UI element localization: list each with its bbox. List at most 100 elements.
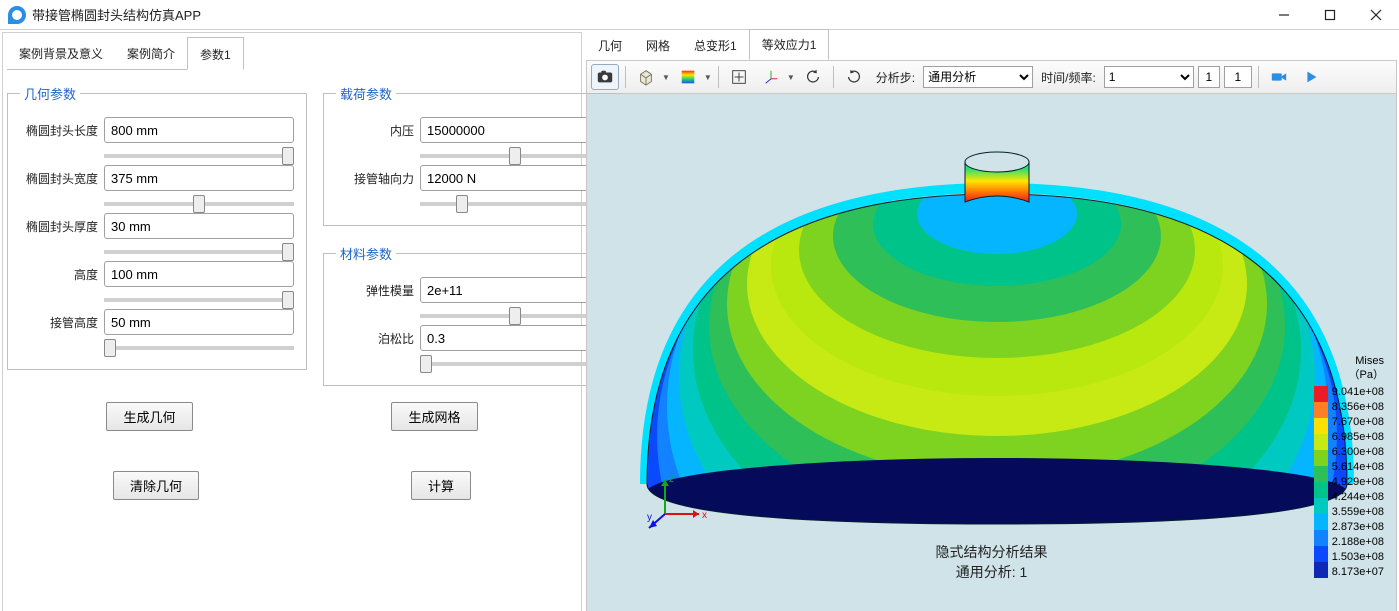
vtab-geom[interactable]: 几何 — [586, 31, 634, 60]
legend-value: 5.614e+08 — [1332, 461, 1384, 473]
rotate-redo-icon[interactable] — [840, 64, 868, 90]
result-caption-l1: 隐式结构分析结果 — [936, 542, 1048, 562]
geometry-slider-2[interactable] — [104, 250, 294, 254]
time-select[interactable]: 1 — [1104, 66, 1194, 88]
geometry-input-4[interactable] — [104, 309, 294, 335]
geometry-param-0: 椭圆封头长度 — [20, 117, 294, 165]
legend-title-l1: Mises — [1355, 355, 1384, 367]
load-param-1: 接管轴向力 — [336, 165, 610, 213]
group-material-legend: 材料参数 — [336, 244, 396, 263]
dropdown-arrow-icon[interactable]: ▼ — [704, 73, 712, 82]
step-label: 分析步: — [872, 69, 919, 86]
tab-background[interactable]: 案例背景及意义 — [7, 37, 115, 70]
geometry-param-3: 高度 — [20, 261, 294, 309]
material-slider-1[interactable] — [420, 362, 610, 366]
maximize-button[interactable] — [1307, 0, 1353, 30]
material-param-0: 弹性模量 — [336, 277, 610, 325]
geometry-input-0[interactable] — [104, 117, 294, 143]
rotate-undo-icon[interactable] — [799, 64, 827, 90]
geometry-slider-1[interactable] — [104, 202, 294, 206]
load-param-0: 内压 — [336, 117, 610, 165]
dropdown-arrow-icon[interactable]: ▼ — [787, 73, 795, 82]
tab-intro[interactable]: 案例简介 — [115, 37, 187, 70]
result-caption-l2: 通用分析: 1 — [936, 562, 1048, 582]
dropdown-arrow-icon[interactable]: ▼ — [662, 73, 670, 82]
svg-text:x: x — [702, 510, 707, 521]
geometry-input-3[interactable] — [104, 261, 294, 287]
geometry-param-4: 接管高度 — [20, 309, 294, 357]
load-label-1: 接管轴向力 — [336, 170, 414, 187]
geometry-label-2: 椭圆封头厚度 — [20, 218, 98, 235]
titlebar: 带接管椭圆封头结构仿真APP — [0, 0, 1399, 30]
result-panel: 几何 网格 总变形1 等效应力1 ▼ ▼ ▼ 分析步: 通用分析 时间/频率: … — [586, 32, 1397, 611]
legend-value: 2.873e+08 — [1332, 521, 1384, 533]
group-geometry-legend: 几何参数 — [20, 84, 80, 103]
vtab-mesh[interactable]: 网格 — [634, 31, 682, 60]
vtab-stress[interactable]: 等效应力1 — [749, 29, 830, 60]
material-input-1[interactable] — [420, 325, 610, 351]
play-icon[interactable] — [1297, 64, 1325, 90]
geometry-input-1[interactable] — [104, 165, 294, 191]
dome-render — [617, 104, 1377, 604]
view-toolbar: ▼ ▼ ▼ 分析步: 通用分析 时间/频率: 1 — [586, 60, 1397, 94]
geometry-slider-0[interactable] — [104, 154, 294, 158]
minimize-button[interactable] — [1261, 0, 1307, 30]
fit-view-icon[interactable] — [725, 64, 753, 90]
material-input-0[interactable] — [420, 277, 610, 303]
load-slider-0[interactable] — [420, 154, 610, 158]
geometry-input-2[interactable] — [104, 213, 294, 239]
gen-mesh-button[interactable]: 生成网格 — [391, 402, 477, 431]
legend-value: 4.244e+08 — [1332, 491, 1384, 503]
material-label-1: 泊松比 — [336, 330, 414, 347]
frame-spinner-a[interactable] — [1198, 66, 1220, 88]
vtab-deform[interactable]: 总变形1 — [682, 31, 749, 60]
tab-params1[interactable]: 参数1 — [187, 37, 244, 70]
viewport-3d[interactable]: x z y Mises （Pa） 9.041e+088.356e+087.670… — [586, 94, 1397, 611]
legend-value: 7.670e+08 — [1332, 416, 1384, 428]
contour-palette-icon[interactable] — [674, 64, 702, 90]
load-slider-1[interactable] — [420, 202, 610, 206]
load-input-1[interactable] — [420, 165, 610, 191]
geometry-param-1: 椭圆封头宽度 — [20, 165, 294, 213]
color-legend: Mises （Pa） 9.041e+088.356e+087.670e+086.… — [1314, 354, 1384, 578]
window-title: 带接管椭圆封头结构仿真APP — [32, 5, 201, 24]
geometry-label-1: 椭圆封头宽度 — [20, 170, 98, 187]
legend-value: 3.559e+08 — [1332, 506, 1384, 518]
app-icon — [8, 6, 26, 24]
group-load: 载荷参数 内压接管轴向力 — [323, 84, 623, 226]
result-caption: 隐式结构分析结果 通用分析: 1 — [936, 542, 1048, 582]
geometry-label-4: 接管高度 — [20, 314, 98, 331]
geometry-label-3: 高度 — [20, 266, 98, 283]
geometry-slider-3[interactable] — [104, 298, 294, 302]
legend-value: 9.041e+08 — [1332, 386, 1384, 398]
geometry-label-0: 椭圆封头长度 — [20, 122, 98, 139]
close-button[interactable] — [1353, 0, 1399, 30]
legend-value: 4.929e+08 — [1332, 476, 1384, 488]
material-param-1: 泊松比 — [336, 325, 610, 373]
compute-button[interactable]: 计算 — [411, 471, 471, 500]
svg-text:z: z — [669, 474, 674, 485]
view-tabs: 几何 网格 总变形1 等效应力1 — [586, 32, 1397, 60]
legend-title-l2: （Pa） — [1349, 369, 1384, 381]
legend-value: 6.985e+08 — [1332, 431, 1384, 443]
group-material: 材料参数 弹性模量泊松比 — [323, 244, 623, 386]
axes-gizmo: x z y — [647, 472, 707, 532]
frame-spinner-b[interactable] — [1224, 66, 1252, 88]
record-video-icon[interactable] — [1265, 64, 1293, 90]
step-select[interactable]: 通用分析 — [923, 66, 1033, 88]
snapshot-icon[interactable] — [591, 64, 619, 90]
legend-value: 6.300e+08 — [1332, 446, 1384, 458]
load-input-0[interactable] — [420, 117, 610, 143]
clear-geom-button[interactable]: 清除几何 — [113, 471, 199, 500]
orientation-axes-icon[interactable] — [757, 64, 785, 90]
render-cube-icon[interactable] — [632, 64, 660, 90]
gen-geom-button[interactable]: 生成几何 — [106, 402, 192, 431]
load-label-0: 内压 — [336, 122, 414, 139]
material-slider-0[interactable] — [420, 314, 610, 318]
legend-value: 1.503e+08 — [1332, 551, 1384, 563]
geometry-slider-4[interactable] — [104, 346, 294, 350]
legend-value: 8.173e+07 — [1332, 566, 1384, 578]
time-label: 时间/频率: — [1037, 69, 1100, 86]
legend-value: 2.188e+08 — [1332, 536, 1384, 548]
group-geometry: 几何参数 椭圆封头长度椭圆封头宽度椭圆封头厚度高度接管高度 — [7, 84, 307, 370]
